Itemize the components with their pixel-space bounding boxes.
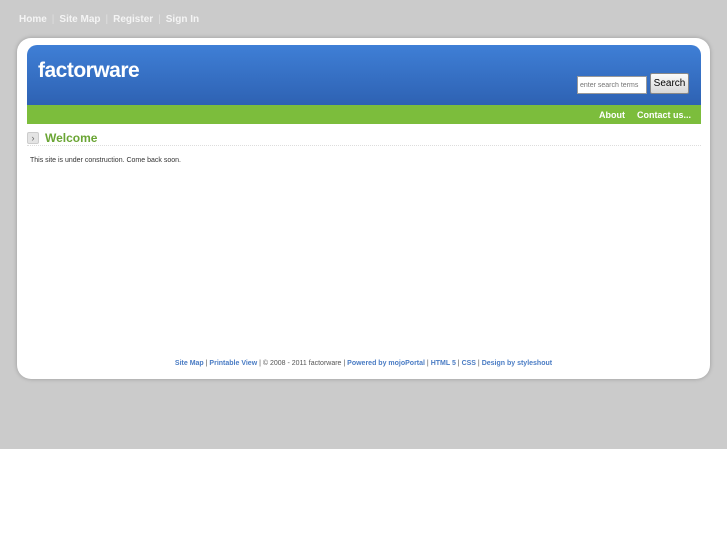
separator: | [51, 14, 55, 25]
nav-sign-in[interactable]: Sign In [166, 14, 199, 25]
copyright: © 2008 - 2011 factorware [262, 360, 342, 367]
chevron-right-icon: › [27, 131, 39, 144]
search-button[interactable]: Search [650, 73, 689, 94]
nav-register[interactable]: Register [113, 14, 153, 25]
footer: Site Map | Printable View | © 2008 - 201… [0, 360, 727, 367]
nav-home[interactable]: Home [19, 14, 47, 25]
footer-site-map[interactable]: Site Map [175, 360, 204, 367]
content-text: This site is under construction. Come ba… [30, 157, 181, 164]
page-title: Welcome [45, 130, 98, 145]
top-nav: Home | Site Map | Register | Sign In [19, 14, 199, 25]
menu-about[interactable]: About [599, 110, 625, 120]
footer-html5[interactable]: HTML 5 [431, 360, 456, 367]
menu-contact[interactable]: Contact us... [637, 110, 691, 120]
footer-powered-by[interactable]: Powered by mojoPortal [347, 360, 425, 367]
logo[interactable]: factorware [38, 59, 140, 83]
header: factorware Search [27, 45, 701, 105]
separator: | [105, 14, 109, 25]
nav-site-map[interactable]: Site Map [59, 14, 100, 25]
footer-design[interactable]: Design by styleshout [482, 360, 552, 367]
main-menu: About Contact us... [27, 105, 701, 124]
footer-printable-view[interactable]: Printable View [209, 360, 257, 367]
separator: | [158, 14, 161, 25]
footer-css[interactable]: CSS [462, 360, 476, 367]
search-input[interactable] [577, 76, 647, 94]
title-row: › Welcome [27, 130, 701, 146]
